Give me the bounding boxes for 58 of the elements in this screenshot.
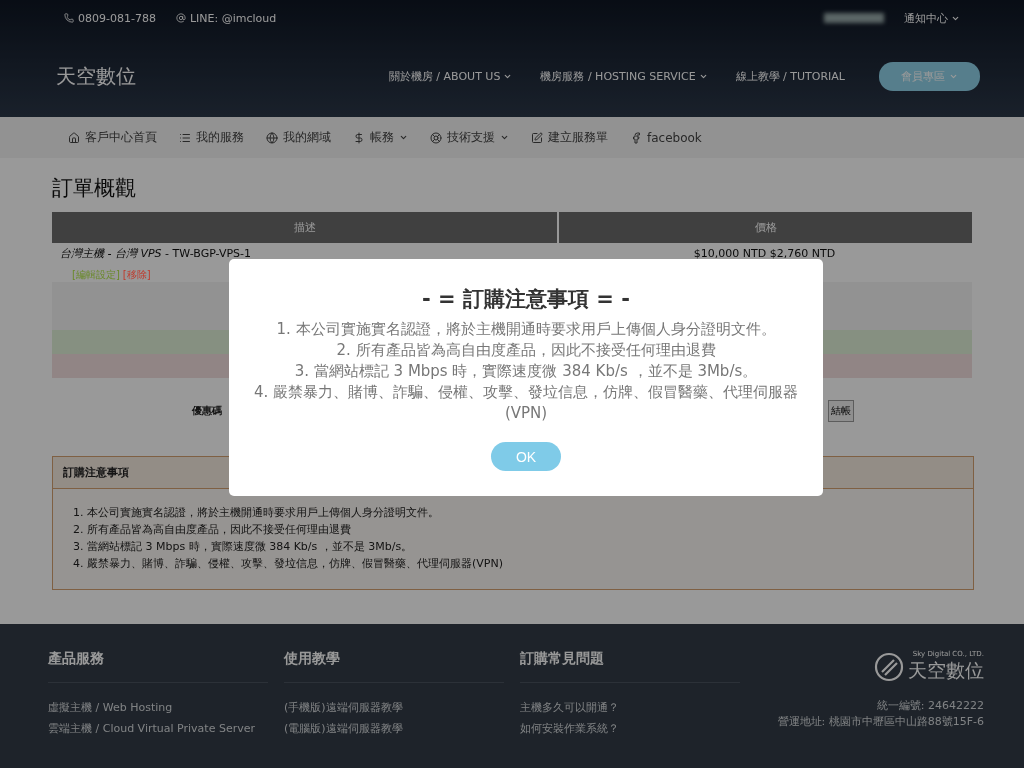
page-title: 訂單概觀: [52, 175, 137, 202]
subnav-link[interactable]: 建立服務單: [531, 129, 608, 146]
site-logo[interactable]: 天空數位: [56, 63, 136, 90]
dialog-text: 1. 本公司實施實名認證，將於主機開通時要求用戶上傳個人身分證明文件。: [275, 319, 777, 340]
address: 營運地址: 桃園市中壢區中山路88號15F-6: [777, 714, 984, 730]
list-icon: [179, 131, 191, 144]
caret-icon: [500, 133, 509, 142]
lifebuoy-icon: [430, 131, 442, 144]
notifications-link[interactable]: 通知中心: [904, 10, 960, 26]
home-icon: [68, 131, 80, 144]
footer-link[interactable]: 如何安裝作業系統？: [520, 718, 619, 739]
subnav-link[interactable]: 我的網域: [266, 129, 331, 146]
tax-id: 統一編號: 24642222: [876, 698, 984, 714]
notice-item: 2. 所有產品皆為高自由度產品，因此不接受任何理由退費: [73, 522, 352, 537]
footer-heading: 產品服務: [48, 650, 268, 683]
logo-icon: [874, 652, 904, 682]
at-icon: [175, 13, 186, 23]
edit-icon: [531, 131, 543, 144]
blurred-username: [824, 13, 884, 23]
subnav-link[interactable]: 帳務: [353, 129, 408, 146]
product-description: 台灣主機 - 台灣 VPS- TW-BGP-VPS-1: [59, 247, 252, 260]
nav-link[interactable]: 線上教學 / TUTORIAL: [735, 69, 845, 84]
dialog-text: 4. 嚴禁暴力、賭博、詐騙、侵權、攻擊、發垃信息，仿牌、假冒醫藥、代理伺服器(VPN): [252, 382, 800, 424]
coupon-label: 優惠碼: [192, 404, 222, 418]
caret-icon: [949, 72, 958, 81]
caret-icon: [399, 133, 408, 142]
notice-item: 1. 本公司實施實名認證，將於主機開通時要求用戶上傳個人身分證明文件。: [73, 505, 440, 520]
subnav-link[interactable]: 我的服務: [179, 129, 244, 146]
nav-link[interactable]: 機房服務 / HOSTING SERVICE: [540, 69, 708, 84]
notice-item: 4. 嚴禁暴力、賭博、詐騙、侵權、攻擊、發垃信息，仿牌、假冒醫藥、代理伺服器(VPN): [73, 556, 504, 571]
footer-link[interactable]: 雲端主機 / Cloud Virtual Private Server: [48, 718, 255, 739]
nav-link[interactable]: 關於機房 / ABOUT US: [388, 69, 513, 84]
line-id: LINE: @imcloud: [175, 11, 277, 25]
globe-icon: [266, 131, 278, 144]
footer-heading: 使用教學: [284, 650, 504, 683]
caret-icon: [503, 72, 513, 81]
subnav-link[interactable]: facebook: [630, 130, 702, 145]
column-header: 描述: [52, 212, 557, 243]
caret-icon: [698, 72, 708, 81]
subnav-link[interactable]: 客戶中心首頁: [68, 129, 157, 146]
phone-number: 0809-081-788: [64, 11, 156, 25]
checkout-button[interactable]: 結帳: [828, 400, 854, 422]
dollar-icon: [353, 131, 365, 144]
facebook-icon: [630, 131, 642, 144]
notice-item: 3. 當網站標記 3 Mbps 時，實際速度微 384 Kb/s ，並不是 3Mb/s。: [73, 539, 414, 554]
footer-link[interactable]: 虛擬主機 / Web Hosting: [48, 697, 173, 718]
phone-icon: [64, 13, 74, 23]
dialog-text: 3. 當網站標記 3 Mbps 時，實際速度微 384 Kb/s ，並不是 3Mb/s。: [293, 361, 759, 382]
dialog-text: 2. 所有產品皆為高自由度產品，因此不接受任何理由退費: [335, 340, 717, 361]
company-name: 天空數位: [908, 658, 984, 683]
footer-link[interactable]: (手機版)遠端伺服器教學: [284, 697, 403, 718]
footer-link[interactable]: (電腦版)遠端伺服器教學: [284, 718, 403, 739]
product-price: $10,000 NTD $2,760 NTD: [692, 247, 837, 260]
subnav-link[interactable]: 技術支援: [430, 129, 509, 146]
dialog-title: - = 訂購注意事項 = -: [422, 286, 630, 313]
column-header: 價格: [559, 212, 972, 243]
footer-link[interactable]: 主機多久可以開通？: [520, 697, 619, 718]
footer-heading: 訂購常見問題: [520, 650, 740, 683]
